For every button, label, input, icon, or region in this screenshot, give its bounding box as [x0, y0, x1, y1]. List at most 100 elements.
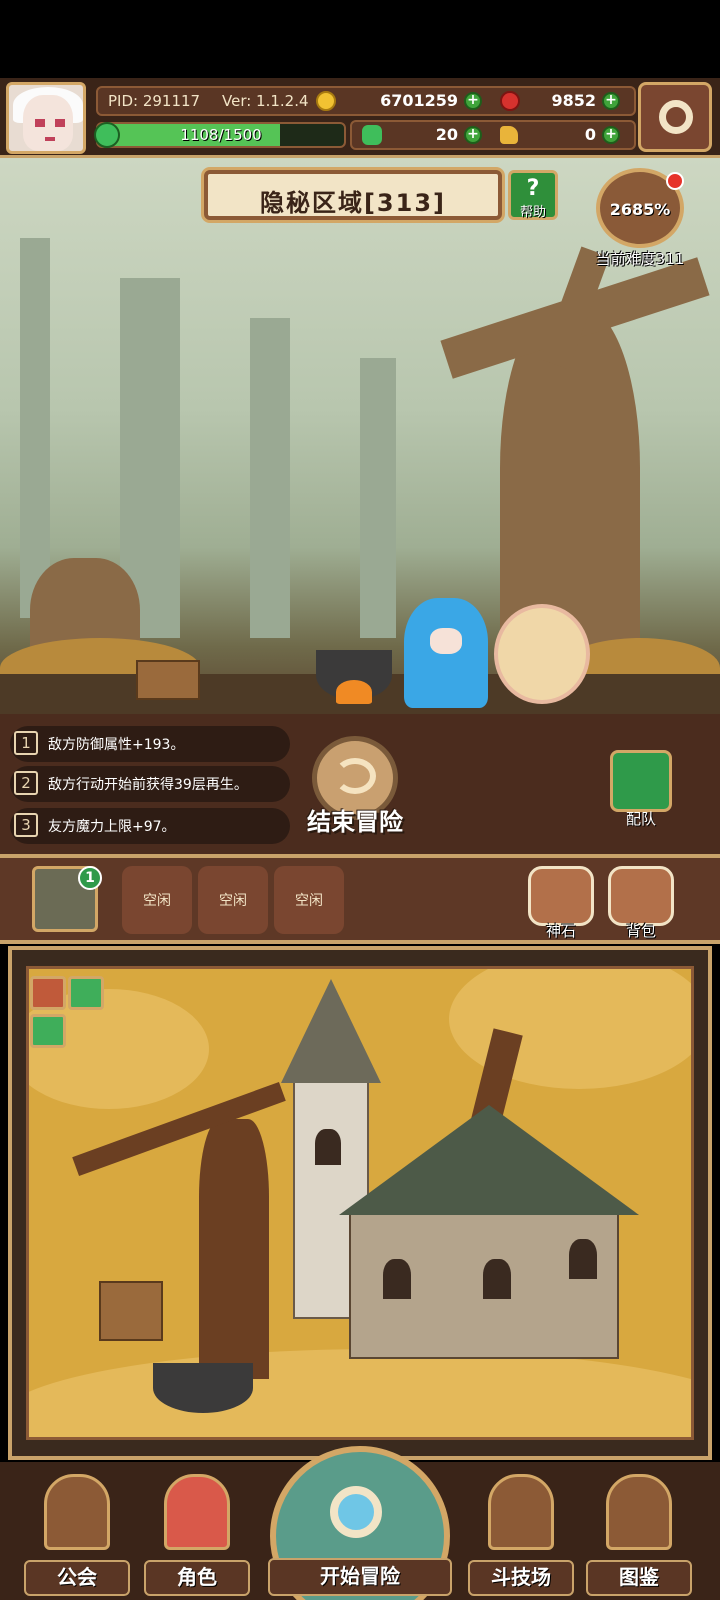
difficulty-percent: 2685% — [609, 200, 671, 219]
like-shortcut-button[interactable] — [30, 1014, 66, 1048]
shop-shortcut-button[interactable] — [30, 976, 66, 1010]
game-version: Ver: 1.1.2.4 — [222, 92, 309, 110]
settings-button[interactable] — [638, 82, 712, 152]
base-scene[interactable] — [26, 966, 694, 1440]
zone-name: 隐秘区域[313] — [259, 189, 447, 217]
cottage-window — [483, 1259, 511, 1299]
battle-scene — [0, 158, 720, 714]
buff-text: 敌方防御属性+193。 — [48, 737, 185, 753]
nav-character-label: 角色 — [144, 1560, 250, 1596]
help-button[interactable]: ? 帮助 — [508, 170, 558, 220]
hero-shell-maiden[interactable] — [494, 604, 590, 704]
add-ruby-button[interactable]: + — [602, 92, 620, 110]
bare-tree — [199, 1119, 269, 1379]
autumn-foliage — [29, 1349, 691, 1437]
help-icon: ? — [526, 176, 540, 201]
backpack-icon — [608, 866, 674, 926]
player-id: PID: 291117 — [108, 92, 201, 110]
notification-dot — [666, 172, 684, 190]
slot-label: 空闲 — [295, 893, 323, 909]
expedition-count-badge: 1 — [78, 866, 102, 890]
character-icon — [164, 1474, 230, 1550]
background-tree — [250, 318, 290, 638]
supply-crate — [136, 660, 200, 700]
ruby-icon — [500, 91, 520, 111]
return-arrow-icon — [334, 758, 376, 794]
slot-label: 空闲 — [143, 893, 171, 909]
add-key-button[interactable]: + — [602, 126, 620, 144]
cottage-window — [569, 1239, 597, 1279]
buff-text: 友方魔力上限+97。 — [48, 819, 176, 835]
hud-row-items: 20 + 0 + — [350, 120, 636, 150]
hud-row-currency: PID: 291117 Ver: 1.1.2.4 6701259 + 9852 … — [96, 86, 636, 116]
status-bar — [0, 0, 720, 78]
gold-coin-icon — [316, 91, 336, 111]
buff-number: 3 — [14, 813, 38, 837]
buff-text: 敌方行动开始前获得39层再生。 — [48, 777, 248, 793]
avatar-face — [23, 95, 73, 151]
zone-banner: 隐秘区域[313] — [204, 170, 502, 220]
divine-stone-button[interactable]: 神石 — [526, 866, 596, 940]
idle-slot[interactable]: 空闲 — [122, 866, 192, 934]
nav-codex-label: 图鉴 — [586, 1560, 692, 1596]
player-avatar[interactable] — [6, 82, 86, 154]
xp-bar: 1108/1500 — [96, 122, 346, 148]
idle-slot[interactable]: 空闲 — [274, 866, 344, 934]
end-adventure-label: 结束冒险 — [307, 808, 403, 836]
avatar-eye — [35, 119, 45, 127]
help-label: 帮助 — [519, 205, 546, 220]
avatar-mouth — [45, 137, 55, 141]
idle-slot[interactable]: 空闲 — [198, 866, 268, 934]
nav-guild-label: 公会 — [24, 1560, 130, 1596]
start-adventure-button[interactable]: 开始冒险 — [264, 1446, 456, 1600]
xp-gem-icon — [94, 122, 120, 148]
cauldron — [153, 1363, 253, 1413]
background-tree — [20, 238, 50, 618]
add-gold-button[interactable]: + — [464, 92, 482, 110]
nav-codex-button[interactable]: 图鉴 — [586, 1474, 692, 1596]
key-icon — [500, 126, 518, 144]
team-icon — [610, 750, 672, 812]
clover-amount: 20 — [435, 125, 458, 144]
team-label: 配队 — [625, 810, 656, 828]
clover-icon — [362, 125, 382, 145]
nav-arena-label: 斗技场 — [468, 1560, 574, 1596]
background-tree — [360, 358, 396, 638]
cottage-roof — [339, 1105, 639, 1215]
divine-stone-label: 神石 — [545, 922, 576, 940]
settings-gear-icon — [659, 100, 693, 134]
arena-swords-icon — [488, 1474, 554, 1550]
buff-number: 1 — [14, 731, 38, 755]
buff-number: 2 — [14, 771, 38, 795]
nav-guild-button[interactable]: 公会 — [24, 1474, 130, 1596]
ruby-amount: 9852 — [551, 91, 596, 110]
cottage-window — [383, 1259, 411, 1299]
guild-icon — [44, 1474, 110, 1550]
tower-window — [315, 1129, 341, 1165]
gold-amount: 6701259 — [380, 91, 458, 110]
end-adventure-button[interactable]: 结束冒险 — [298, 736, 412, 842]
campfire — [336, 680, 372, 704]
divine-stone-icon — [528, 866, 594, 926]
buff-row: 1 敌方防御属性+193。 — [10, 726, 290, 762]
tower-roof — [281, 979, 381, 1083]
add-clover-button[interactable]: + — [464, 126, 482, 144]
key-amount: 0 — [584, 125, 596, 144]
buff-row: 3 友方魔力上限+97。 — [10, 808, 290, 844]
avatar-eye — [55, 119, 65, 127]
slot-label: 空闲 — [219, 893, 247, 909]
start-adventure-label: 开始冒险 — [268, 1558, 452, 1596]
backpack-label: 背包 — [625, 922, 656, 940]
magnifier-icon — [330, 1486, 382, 1538]
hero-face — [430, 628, 462, 654]
backpack-button[interactable]: 背包 — [606, 866, 676, 940]
nav-character-button[interactable]: 角色 — [144, 1474, 250, 1596]
nav-arena-button[interactable]: 斗技场 — [468, 1474, 574, 1596]
clover-shortcut-button[interactable] — [68, 976, 104, 1010]
team-button[interactable]: 配队 — [606, 750, 676, 828]
xp-text: 1108/1500 — [180, 126, 262, 144]
difficulty-label: 当前难度311 — [595, 250, 685, 268]
codex-book-icon — [606, 1474, 672, 1550]
buff-row: 2 敌方行动开始前获得39层再生。 — [10, 766, 290, 802]
hero-ice-mage[interactable] — [404, 598, 488, 708]
